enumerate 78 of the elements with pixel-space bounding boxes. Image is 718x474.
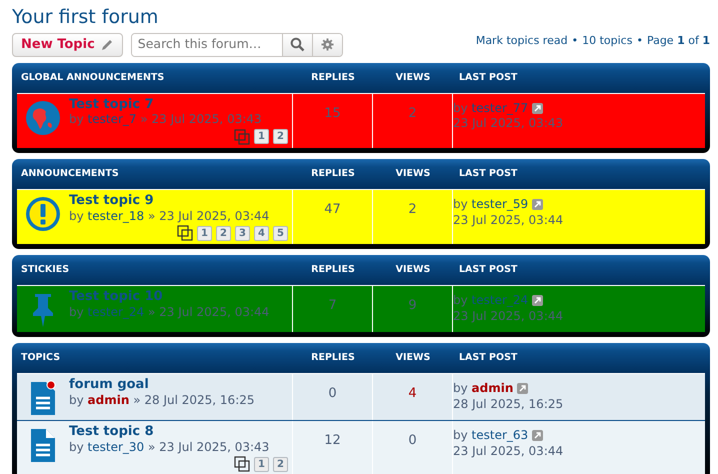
topic-count: 10 topics	[582, 32, 632, 49]
reply-count: 0	[327, 385, 338, 404]
exclamation-icon	[24, 194, 62, 233]
page-link[interactable]: 3	[235, 226, 250, 241]
view-post-icon[interactable]	[532, 199, 544, 210]
settings-icon	[320, 38, 334, 52]
column-heading: LAST POST	[458, 351, 518, 366]
pages-icon	[234, 456, 250, 472]
view-count: 2	[407, 200, 418, 219]
topic-meta: by admin » 28 Jul 2025, 16:25	[69, 392, 256, 408]
view-count: 4	[407, 385, 418, 404]
section-heading: ANNOUNCEMENTS	[20, 166, 120, 181]
view-count: 2	[407, 104, 418, 123]
search-field[interactable]: Search this forum…	[130, 32, 343, 57]
last-post-author: by tester_77	[453, 100, 528, 116]
topic-meta: by tester_18 » 23 Jul 2025, 03:44	[69, 208, 270, 224]
column-heading: REPLIES	[310, 351, 356, 366]
document-icon	[28, 379, 58, 418]
view-count: 0	[407, 432, 418, 450]
view-count: 9	[407, 297, 418, 316]
mark-read-link[interactable]: Mark topics read	[476, 32, 568, 50]
column-heading: VIEWS	[394, 70, 432, 85]
last-post-date: 23 Jul 2025, 03:43	[453, 116, 564, 132]
view-post-icon[interactable]	[532, 430, 544, 442]
reply-count: 12	[323, 432, 342, 450]
page-link[interactable]: 1	[197, 226, 212, 241]
pages-icon	[177, 225, 193, 242]
pages-icon	[234, 128, 250, 145]
column-heading: REPLIES	[310, 70, 356, 85]
topic-title-link[interactable]: forum goal	[69, 377, 288, 393]
column-heading: LAST POST	[458, 70, 518, 85]
column-heading: LAST POST	[458, 166, 518, 181]
column-heading: REPLIES	[310, 263, 356, 278]
page-link[interactable]: 5	[273, 226, 288, 241]
column-heading: VIEWS	[394, 263, 432, 278]
settings-button[interactable]	[312, 34, 342, 56]
page-link[interactable]: 4	[254, 226, 269, 241]
last-post-author: by tester_59	[453, 196, 528, 213]
last-post-author: by tester_24	[453, 293, 528, 309]
topic-title-link[interactable]: Test topic 8	[69, 424, 288, 440]
pencil-icon	[100, 38, 114, 52]
column-heading: VIEWS	[394, 166, 432, 181]
section-heading: TOPICS	[20, 351, 62, 366]
column-heading: REPLIES	[310, 166, 356, 181]
document-icon	[28, 426, 58, 464]
reply-count: 7	[327, 297, 338, 316]
search-icon	[290, 37, 305, 52]
topic-meta: by tester_24 » 23 Jul 2025, 03:44	[69, 304, 270, 320]
last-post-date: 28 Jul 2025, 16:25	[453, 396, 564, 412]
page-indicator: Page 1 of 1	[646, 32, 710, 49]
separator-text: •	[636, 32, 643, 49]
reply-count: 15	[323, 104, 342, 123]
section-heading: GLOBAL ANNOUNCEMENTS	[20, 70, 166, 85]
forum-title: Your first forum	[12, 6, 160, 29]
topic-meta: by tester_7 » 23 Jul 2025, 03:43	[69, 112, 263, 128]
column-heading: LAST POST	[458, 263, 518, 278]
last-post-date: 23 Jul 2025, 03:44	[453, 444, 564, 460]
last-post-date: 23 Jul 2025, 03:44	[453, 308, 564, 324]
view-post-icon[interactable]	[517, 383, 528, 394]
topic-title-link[interactable]: Test topic 9	[69, 192, 288, 209]
page-link[interactable]: 1	[254, 129, 269, 144]
section-heading: STICKIES	[20, 263, 70, 278]
reply-count: 47	[323, 200, 342, 219]
column-heading: VIEWS	[394, 351, 432, 366]
view-post-icon[interactable]	[532, 103, 544, 114]
page-link[interactable]: 2	[273, 129, 288, 144]
separator-text: •	[572, 32, 578, 49]
last-post-author: by admin	[453, 381, 514, 397]
view-post-icon[interactable]	[532, 295, 544, 306]
page-link[interactable]: 1	[254, 456, 269, 472]
page-link[interactable]: 2	[216, 226, 231, 241]
topic-meta: by tester_30 » 23 Jul 2025, 03:43	[69, 440, 270, 456]
search-button[interactable]	[282, 34, 312, 56]
last-post-date: 23 Jul 2025, 03:44	[453, 212, 564, 228]
page-link[interactable]: 2	[273, 456, 288, 472]
last-post-author: by tester_63	[453, 428, 528, 444]
globe-icon	[24, 98, 62, 137]
new-topic-button[interactable]: New Topic	[12, 32, 123, 57]
